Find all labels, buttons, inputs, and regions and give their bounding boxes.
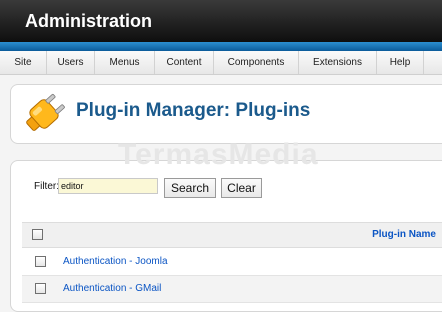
menu-users[interactable]: Users: [47, 51, 95, 74]
menu-components[interactable]: Components: [214, 51, 299, 74]
menu-content[interactable]: Content: [155, 51, 214, 74]
topbar-accent-strip: [0, 42, 442, 51]
admin-topbar: Administration: [0, 0, 442, 42]
clear-button[interactable]: Clear: [221, 178, 262, 198]
row-checkbox[interactable]: [35, 256, 46, 267]
app-title: Administration: [25, 11, 153, 31]
main-menu-bar: Site Users Menus Content Components Exte…: [0, 51, 442, 75]
plugin-link[interactable]: Authentication - Joomla: [63, 256, 168, 267]
menu-extensions[interactable]: Extensions: [299, 51, 377, 74]
menu-menus[interactable]: Menus: [95, 51, 155, 74]
filter-input[interactable]: [58, 178, 158, 194]
menu-site[interactable]: Site: [0, 51, 47, 74]
plugin-icon: [21, 91, 67, 137]
select-all-checkbox[interactable]: [32, 229, 43, 240]
filter-label: Filter:: [34, 181, 59, 192]
table-row: Authentication - GMail: [22, 276, 442, 303]
row-checkbox[interactable]: [35, 283, 46, 294]
table-row: Authentication - Joomla: [22, 249, 442, 276]
page-title: Plug-in Manager: Plug-ins: [76, 100, 311, 121]
search-button[interactable]: Search: [164, 178, 216, 198]
column-plugin-name[interactable]: Plug-in Name: [372, 229, 436, 240]
page-header: Plug-in Manager: Plug-ins: [10, 84, 442, 144]
plugin-link[interactable]: Authentication - GMail: [63, 283, 161, 294]
menu-help[interactable]: Help: [377, 51, 424, 74]
watermark-text: TermasMedia: [118, 138, 319, 171]
table-header: Plug-in Name: [22, 222, 442, 248]
